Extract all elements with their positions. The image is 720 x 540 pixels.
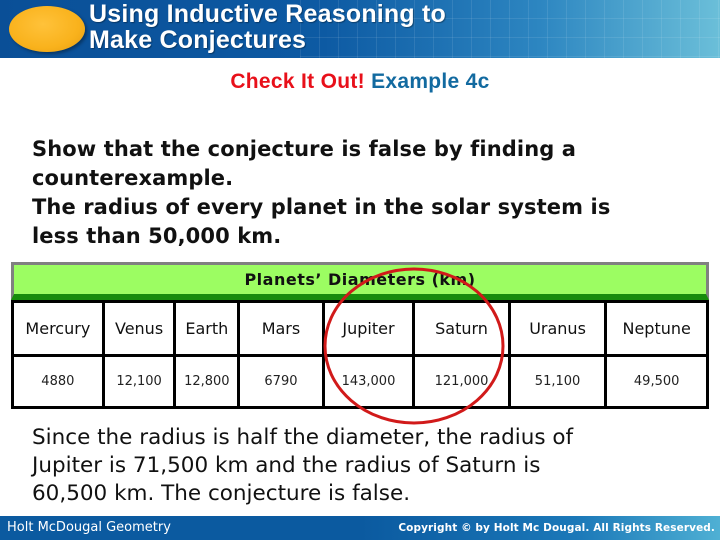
- planet-name-cell: Venus: [101, 300, 177, 357]
- footer-course-name: Holt McDougal Geometry: [7, 520, 171, 535]
- page-title: Using Inductive Reasoning to Make Conjec…: [89, 1, 446, 53]
- problem-line: The radius of every planet in the solar …: [32, 195, 611, 219]
- footer-bar: Holt McDougal Geometry Copyright © by Ho…: [0, 516, 720, 540]
- table-row-planet-names: Mercury Venus Earth Mars Jupiter Saturn …: [11, 300, 709, 357]
- planet-diameters-table: Mercury Venus Earth Mars Jupiter Saturn …: [11, 300, 709, 409]
- diameter-cell: 4880: [11, 354, 105, 409]
- orange-oval-icon: [9, 6, 85, 52]
- planet-name-cell: Neptune: [604, 300, 709, 357]
- footer-copyright: Copyright © by Holt Mc Dougal. All Right…: [398, 522, 715, 534]
- check-it-out-label: Check It Out!: [230, 70, 365, 93]
- diameter-cell: 121,000: [412, 354, 511, 409]
- planet-name-cell: Mercury: [11, 300, 105, 357]
- table-title: Planets’ Diameters (km): [11, 262, 709, 300]
- planet-name-cell: Uranus: [507, 300, 608, 357]
- diameter-cell: 12,100: [101, 354, 177, 409]
- planet-name-cell: Saturn: [412, 300, 511, 357]
- planet-name-cell: Mars: [237, 300, 325, 357]
- example-heading: Check It Out! Example 4c: [0, 70, 720, 94]
- diameter-cell: 6790: [237, 354, 325, 409]
- example-number-label: Example 4c: [371, 70, 490, 93]
- table-row-diameters: 4880 12,100 12,800 6790 143,000 121,000 …: [11, 354, 709, 409]
- conclusion-line: Jupiter is 71,500 km and the radius of S…: [32, 453, 541, 478]
- problem-line: Show that the conjecture is false by fin…: [32, 137, 577, 161]
- diameter-cell: 12,800: [173, 354, 241, 409]
- page-title-line-2: Make Conjectures: [89, 26, 307, 54]
- problem-statement: Show that the conjecture is false by fin…: [32, 135, 712, 251]
- conclusion-text: Since the radius is half the diameter, t…: [32, 424, 712, 508]
- conclusion-line: Since the radius is half the diameter, t…: [32, 425, 574, 450]
- conclusion-line: 60,500 km. The conjecture is false.: [32, 481, 411, 506]
- planet-name-cell: Earth: [173, 300, 241, 357]
- planet-name-cell: Jupiter: [321, 300, 416, 357]
- problem-line: counterexample.: [32, 166, 234, 190]
- problem-line: less than 50,000 km.: [32, 224, 282, 248]
- title-bar: Using Inductive Reasoning to Make Conjec…: [0, 0, 720, 58]
- page-title-line-1: Using Inductive Reasoning to: [89, 0, 447, 28]
- diameter-cell: 49,500: [604, 354, 709, 409]
- diameter-cell: 51,100: [507, 354, 608, 409]
- diameter-cell: 143,000: [321, 354, 416, 409]
